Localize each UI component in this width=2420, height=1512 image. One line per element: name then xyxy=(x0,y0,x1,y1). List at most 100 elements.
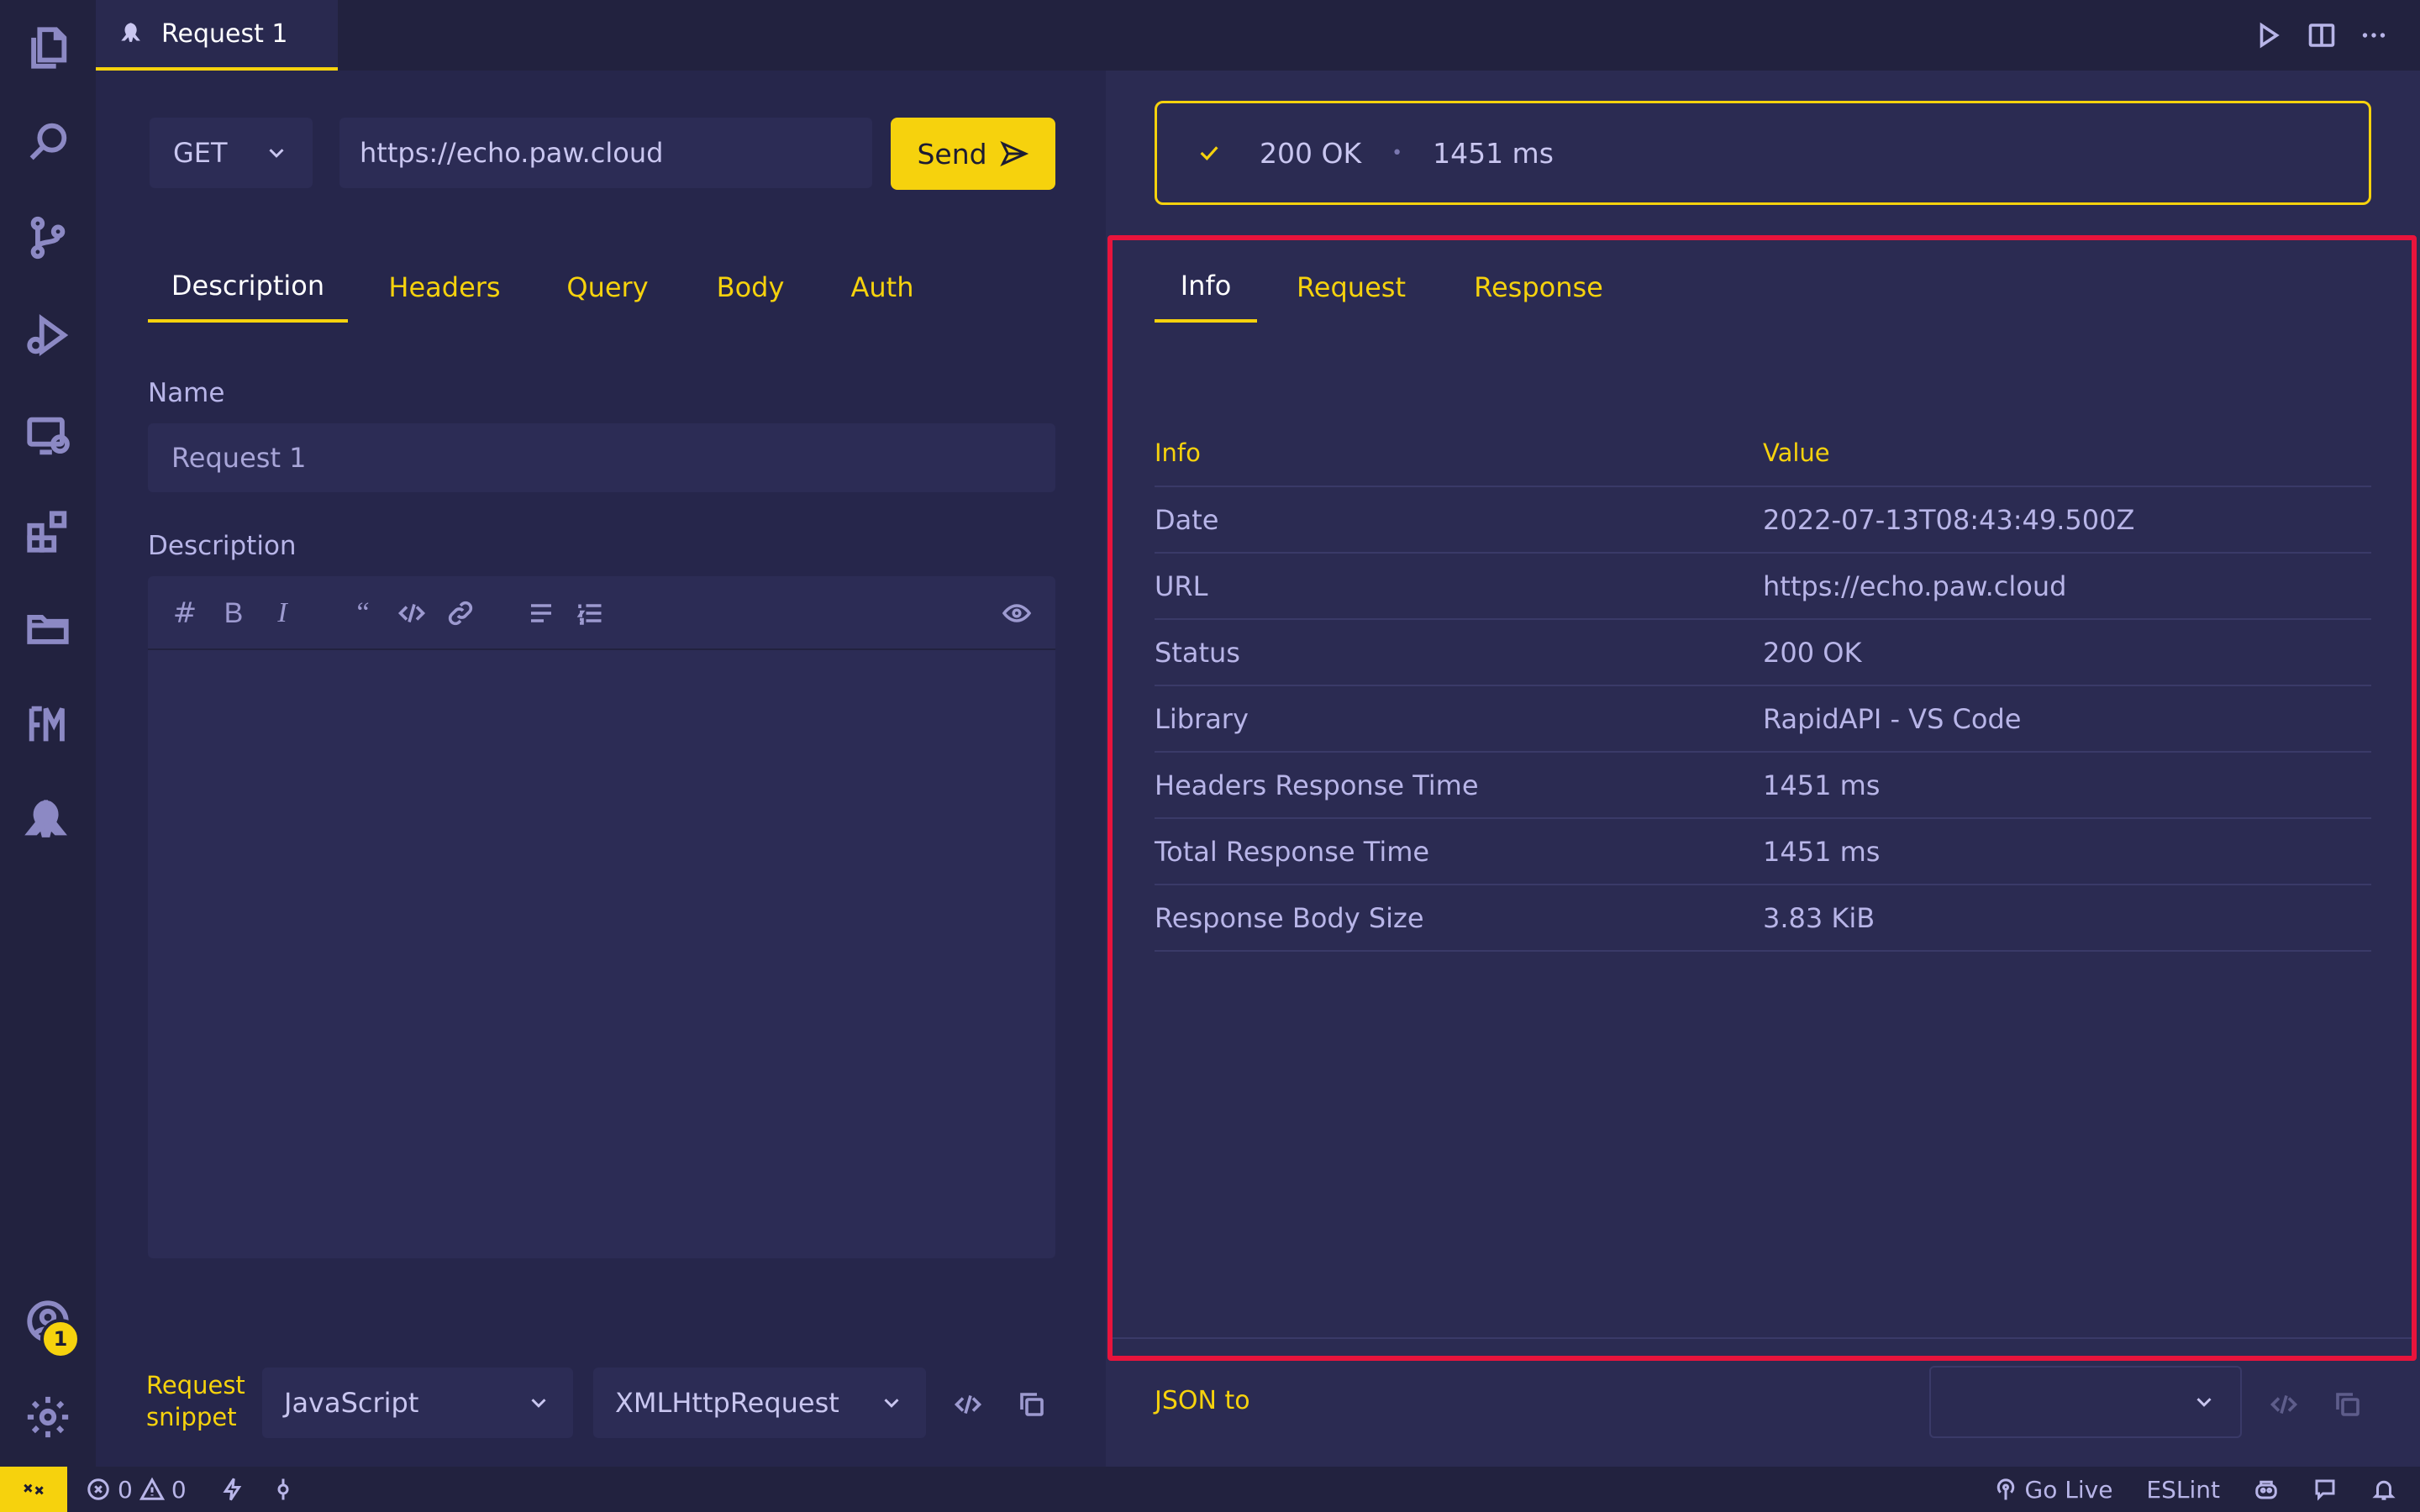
rapidapi-tab-icon xyxy=(121,23,140,42)
warning-count: 0 xyxy=(171,1475,187,1504)
snippet-library-value: XMLHttpRequest xyxy=(615,1387,839,1419)
preview-eye-icon[interactable] xyxy=(997,593,1037,633)
snippet-library-select[interactable]: XMLHttpRequest xyxy=(593,1368,926,1438)
send-icon xyxy=(999,140,1028,167)
table-header-row: Info Value xyxy=(1155,420,2371,487)
quote-icon[interactable]: “ xyxy=(343,593,383,633)
table-cell-value: 1451 ms xyxy=(1763,835,1881,868)
tab-query[interactable]: Query xyxy=(553,252,662,323)
more-actions-icon[interactable] xyxy=(2351,15,2396,55)
italic-icon[interactable]: I xyxy=(262,593,302,633)
response-time-text: 1451 ms xyxy=(1433,136,1554,170)
feedback-icon[interactable] xyxy=(2312,1477,2338,1502)
send-button[interactable]: Send xyxy=(891,118,1055,190)
table-cell-key: Library xyxy=(1155,702,1249,735)
table-cell-key: Total Response Time xyxy=(1155,835,1430,868)
name-label: Name xyxy=(148,378,225,408)
tab-info[interactable]: Info xyxy=(1155,252,1257,323)
chevron-down-icon xyxy=(269,149,284,158)
table-cell-value: https://echo.paw.cloud xyxy=(1763,570,2067,602)
account-badge: 1 xyxy=(40,1319,81,1359)
table-cell-key: URL xyxy=(1155,570,1208,602)
code-icon[interactable] xyxy=(392,593,432,633)
table-row: Status 200 OK xyxy=(1155,620,2371,686)
send-button-label: Send xyxy=(917,137,987,171)
table-row: URL https://echo.paw.cloud xyxy=(1155,554,2371,620)
run-debug-icon[interactable] xyxy=(20,307,76,363)
warning-icon xyxy=(139,1477,165,1500)
chevron-down-icon xyxy=(2196,1398,2212,1407)
bell-icon[interactable] xyxy=(2371,1477,2396,1502)
link-icon[interactable] xyxy=(440,593,481,633)
go-live-button[interactable]: Go Live xyxy=(1993,1475,2113,1504)
chevron-down-icon xyxy=(531,1399,546,1408)
remote-icon xyxy=(24,1483,44,1495)
tab-auth[interactable]: Auth xyxy=(837,252,928,323)
json-to-select[interactable] xyxy=(1929,1366,2242,1438)
tab-strip xyxy=(96,0,2420,71)
table-cell-value: 1451 ms xyxy=(1763,769,1881,801)
url-input[interactable]: https://echo.paw.cloud xyxy=(339,118,872,188)
lightning-icon[interactable] xyxy=(220,1477,245,1502)
bullet-list-icon[interactable] xyxy=(521,593,561,633)
extensions-icon[interactable] xyxy=(20,504,76,559)
chevron-down-icon xyxy=(884,1399,899,1408)
commit-icon[interactable] xyxy=(271,1477,296,1502)
json-to-label: JSON to xyxy=(1155,1386,1250,1415)
snippet-language-select[interactable]: JavaScript xyxy=(262,1368,573,1438)
eslint-label: ESLint xyxy=(2146,1475,2220,1504)
table-header-info: Info xyxy=(1155,438,1201,467)
gear-icon[interactable] xyxy=(20,1389,76,1445)
search-icon[interactable] xyxy=(20,114,76,170)
table-cell-value: 200 OK xyxy=(1763,636,1862,669)
heading-icon[interactable]: # xyxy=(165,593,205,633)
numbered-list-icon[interactable] xyxy=(570,593,610,633)
error-count: 0 xyxy=(118,1475,133,1504)
split-editor-icon[interactable] xyxy=(2299,15,2344,55)
file-manager-icon[interactable] xyxy=(20,697,76,753)
separator-dot: • xyxy=(1392,142,1403,164)
bold-icon[interactable]: B xyxy=(213,593,254,633)
editor-tab-request[interactable]: Request 1 xyxy=(96,0,338,71)
tab-body[interactable]: Body xyxy=(701,252,800,323)
activity-bar: 1 xyxy=(0,0,96,1467)
method-select[interactable]: GET xyxy=(150,118,313,188)
problems-indicator[interactable]: 0 0 xyxy=(86,1476,187,1504)
go-live-label: Go Live xyxy=(2024,1475,2113,1504)
explorer-icon[interactable] xyxy=(20,20,76,76)
tab-response[interactable]: Response xyxy=(1462,252,1615,323)
folder-icon[interactable] xyxy=(20,600,76,655)
request-snippet-label: Request snippet xyxy=(146,1371,245,1431)
table-cell-value: 2022-07-13T08:43:49.500Z xyxy=(1763,503,2135,536)
pane-divider xyxy=(1111,1337,2413,1339)
description-editor[interactable] xyxy=(148,650,1055,1258)
tab-request[interactable]: Request xyxy=(1287,252,1415,323)
editor-tab-label: Request 1 xyxy=(161,18,288,49)
table-cell-value: RapidAPI - VS Code xyxy=(1763,702,2022,735)
run-icon[interactable] xyxy=(2245,15,2291,55)
code-icon[interactable] xyxy=(2264,1384,2304,1425)
description-label: Description xyxy=(148,531,297,561)
response-status-bar: 200 OK • 1451 ms xyxy=(1155,101,2371,205)
remote-explorer-icon[interactable] xyxy=(20,408,76,464)
code-icon[interactable] xyxy=(948,1384,988,1425)
eslint-button[interactable]: ESLint xyxy=(2146,1476,2220,1504)
info-table: Info Value Date 2022-07-13T08:43:49.500Z… xyxy=(1155,420,2371,952)
table-row: Response Body Size 3.83 KiB xyxy=(1155,885,2371,952)
source-control-icon[interactable] xyxy=(20,210,76,265)
remote-indicator[interactable] xyxy=(0,1467,67,1512)
table-row: Headers Response Time 1451 ms xyxy=(1155,753,2371,819)
tab-description[interactable]: Description xyxy=(148,252,348,323)
copy-icon[interactable] xyxy=(1012,1384,1052,1425)
table-row: Total Response Time 1451 ms xyxy=(1155,819,2371,885)
copilot-icon[interactable] xyxy=(2254,1477,2279,1502)
rapidapi-octopus-icon[interactable] xyxy=(20,793,76,848)
method-value: GET xyxy=(173,137,228,169)
check-icon xyxy=(1200,146,1218,160)
table-row: Library RapidAPI - VS Code xyxy=(1155,686,2371,753)
tab-headers[interactable]: Headers xyxy=(375,252,514,323)
table-cell-value: 3.83 KiB xyxy=(1763,901,1876,934)
copy-icon[interactable] xyxy=(2328,1384,2368,1425)
markdown-toolbar: # B I “ xyxy=(148,576,1055,650)
name-input[interactable]: Request 1 xyxy=(148,423,1055,492)
